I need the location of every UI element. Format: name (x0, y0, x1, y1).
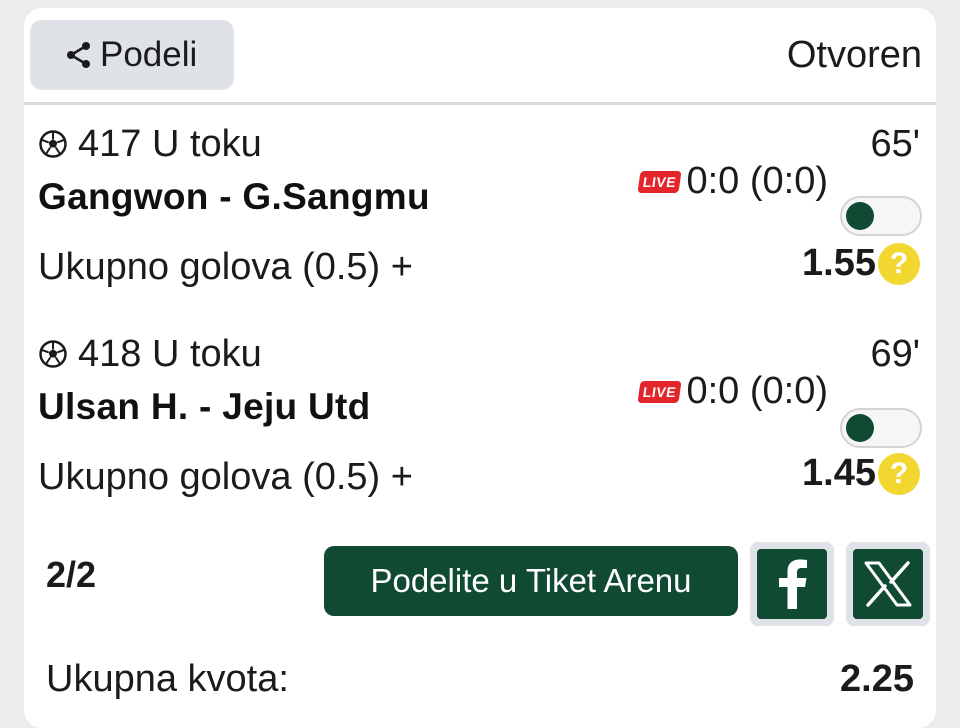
match-score: LIVE 0:0 (0:0) (637, 160, 828, 203)
share-icon (67, 42, 90, 68)
share-label: Podeli (100, 35, 198, 74)
match-count: 2/2 (46, 554, 97, 595)
share-arena-button[interactable]: Podelite u Tiket Arenu (324, 546, 738, 616)
facebook-icon (757, 549, 827, 619)
odd-value: 1.45 (802, 452, 876, 494)
score-value: 0:0 (0:0) (686, 160, 828, 202)
live-toggle[interactable] (840, 408, 922, 448)
total-odds-label: Ukupna kvota: (46, 658, 289, 700)
x-twitter-icon (853, 549, 923, 619)
score-value: 0:0 (0:0) (686, 370, 828, 412)
facebook-share-button[interactable] (750, 542, 834, 626)
live-icon: LIVE (637, 170, 683, 193)
ticket-actions: 2/2 Podelite u Tiket Arenu (24, 542, 936, 628)
match-odd: 1.45 ? (802, 452, 920, 495)
match-score: LIVE 0:0 (0:0) (637, 370, 828, 413)
toggle-knob (846, 414, 874, 442)
toggle-knob (846, 202, 874, 230)
match-teams: Gangwon - G.Sangmu (38, 176, 430, 217)
match-id-status: 418 U toku (78, 332, 262, 375)
help-icon[interactable]: ? (878, 452, 920, 495)
ticket-status: Otvoren (786, 34, 922, 76)
match-teams: Ulsan H. - Jeju Utd (38, 386, 371, 427)
match-minute: 69' (870, 332, 920, 375)
odd-value: 1.55 (802, 242, 876, 284)
total-odds-row: Ukupna kvota: 2.25 (24, 648, 936, 708)
soccer-ball-icon (38, 339, 68, 369)
match-market: Ukupno golova (0.5) + (38, 246, 413, 288)
live-toggle[interactable] (840, 196, 922, 236)
ticket-header: Podeli Otvoren (24, 8, 936, 105)
help-icon[interactable]: ? (878, 242, 920, 285)
match-odd: 1.55 ? (802, 242, 920, 285)
match-item: 417 U toku 65' Gangwon - G.Sangmu LIVE 0… (24, 116, 936, 316)
match-meta: 417 U toku (38, 116, 262, 172)
share-button[interactable]: Podeli (30, 20, 234, 90)
match-minute: 65' (870, 122, 920, 165)
ticket-card: Podeli Otvoren 417 U toku 65' Gangwon - … (24, 8, 936, 728)
total-odds-value: 2.25 (840, 658, 914, 700)
soccer-ball-icon (38, 129, 68, 159)
x-share-button[interactable] (846, 542, 930, 626)
match-item: 418 U toku 69' Ulsan H. - Jeju Utd LIVE … (24, 326, 936, 526)
match-id-status: 417 U toku (78, 122, 262, 165)
live-icon: LIVE (637, 380, 683, 403)
match-meta: 418 U toku (38, 326, 262, 382)
match-market: Ukupno golova (0.5) + (38, 456, 413, 498)
